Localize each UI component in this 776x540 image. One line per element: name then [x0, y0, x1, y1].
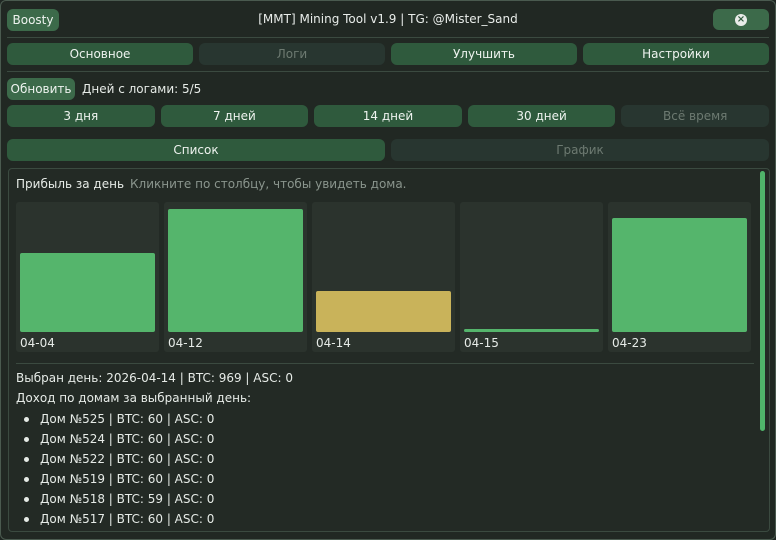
range-7-days-button[interactable]: 7 дней	[160, 105, 309, 127]
bar-04-23[interactable]	[612, 218, 747, 332]
house-income-text: Дом №524 | BTC: 60 | ASC: 0	[40, 432, 215, 446]
range-all-time-button[interactable]: Всё время	[621, 105, 769, 127]
days-with-logs-label: Дней с логами: 5/5	[82, 82, 202, 96]
range-buttons: 3 дня 7 дней 14 дней 30 дней Всё время	[7, 105, 769, 127]
title-bar: Boosty [MMT] Mining Tool v1.9 | TG: @Mis…	[1, 1, 775, 37]
bar-04-12[interactable]	[168, 209, 303, 332]
bullet-icon	[24, 496, 29, 502]
bar-label-04-15: 04-15	[464, 336, 499, 350]
bar-04-04[interactable]	[20, 253, 155, 332]
bar-column-04-04[interactable]: 04-04	[16, 202, 159, 352]
bar-label-04-04: 04-04	[20, 336, 55, 350]
nav-tabs: Основное Логи Улучшить Настройки	[7, 43, 769, 65]
view-chart-button[interactable]: График	[391, 139, 769, 161]
close-button[interactable]: ×	[713, 9, 769, 30]
bullet-icon	[24, 476, 29, 482]
house-income-text: Дом №517 | BTC: 60 | ASC: 0	[40, 512, 215, 526]
bar-column-04-23[interactable]: 04-23	[608, 202, 751, 352]
profit-panel: Прибыль за день Кликните по столбцу, чтоб…	[8, 168, 770, 532]
bullet-icon	[24, 516, 29, 522]
tab-settings[interactable]: Настройки	[583, 43, 769, 65]
view-list-button[interactable]: Список	[7, 139, 385, 161]
profit-bar-chart: 04-04 04-12 04-14 04-15 04-23	[16, 202, 756, 352]
bar-label-04-14: 04-14	[316, 336, 351, 350]
bar-column-04-12[interactable]: 04-12	[164, 202, 307, 352]
selected-day-summary: Выбран день: 2026-04-14 | BTC: 969 | ASC…	[16, 371, 293, 385]
bullet-icon	[24, 436, 29, 442]
panel-divider	[16, 363, 754, 364]
panel-title: Прибыль за день	[16, 177, 125, 191]
panel-hint: Кликните по столбцу, чтобы увидеть дома.	[130, 177, 407, 191]
list-item: Дом №518 | BTC: 59 | ASC: 0	[24, 489, 214, 509]
tab-upgrade[interactable]: Улучшить	[391, 43, 577, 65]
view-switch: Список График	[7, 139, 769, 161]
panel-header: Прибыль за день Кликните по столбцу, чтоб…	[16, 177, 407, 191]
house-income-text: Дом №519 | BTC: 60 | ASC: 0	[40, 472, 215, 486]
tab-main[interactable]: Основное	[7, 43, 193, 65]
range-14-days-button[interactable]: 14 дней	[314, 105, 462, 127]
range-3-days-button[interactable]: 3 дня	[7, 105, 155, 127]
title-divider	[7, 37, 769, 38]
close-icon: ×	[735, 13, 747, 26]
income-title: Доход по домам за выбранный день:	[16, 391, 252, 405]
bullet-icon	[24, 416, 29, 422]
logs-toolbar: Обновить Дней с логами: 5/5	[7, 78, 201, 100]
range-30-days-button[interactable]: 30 дней	[467, 105, 616, 127]
app-window: Boosty [MMT] Mining Tool v1.9 | TG: @Mis…	[0, 0, 776, 540]
refresh-button[interactable]: Обновить	[7, 78, 75, 100]
house-income-text: Дом №518 | BTC: 59 | ASC: 0	[40, 492, 215, 506]
bar-04-14[interactable]	[316, 291, 451, 332]
bar-area	[612, 207, 747, 332]
bar-04-15[interactable]	[464, 329, 599, 332]
bar-area	[464, 207, 599, 332]
list-item: Дом №525 | BTC: 60 | ASC: 0	[24, 409, 214, 429]
nav-divider	[7, 71, 769, 72]
tab-logs[interactable]: Логи	[199, 43, 385, 65]
bullet-icon	[24, 456, 29, 462]
list-item: Дом №522 | BTC: 60 | ASC: 0	[24, 449, 214, 469]
list-item: Дом №519 | BTC: 60 | ASC: 0	[24, 469, 214, 489]
house-income-list: Дом №525 | BTC: 60 | ASC: 0 Дом №524 | BT…	[24, 409, 214, 529]
list-item: Дом №524 | BTC: 60 | ASC: 0	[24, 429, 214, 449]
panel-scrollbar[interactable]	[760, 171, 765, 431]
bar-area	[168, 207, 303, 332]
bar-column-04-15[interactable]: 04-15	[460, 202, 603, 352]
window-title: [MMT] Mining Tool v1.9 | TG: @Mister_San…	[258, 12, 518, 26]
bar-label-04-12: 04-12	[168, 336, 203, 350]
bar-label-04-23: 04-23	[612, 336, 647, 350]
house-income-text: Дом №522 | BTC: 60 | ASC: 0	[40, 452, 215, 466]
house-income-text: Дом №525 | BTC: 60 | ASC: 0	[40, 412, 215, 426]
list-item: Дом №517 | BTC: 60 | ASC: 0	[24, 509, 214, 529]
bar-area	[20, 207, 155, 332]
bar-area	[316, 207, 451, 332]
bar-column-04-14[interactable]: 04-14	[312, 202, 455, 352]
